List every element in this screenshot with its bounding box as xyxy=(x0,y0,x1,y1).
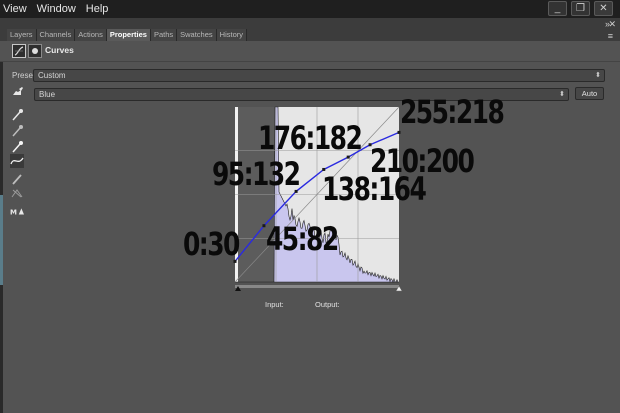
tab-history[interactable]: History xyxy=(216,29,247,41)
input-gradient-bar xyxy=(235,285,399,288)
annotation-0-30: 0:30 xyxy=(183,225,240,263)
preset-select[interactable]: Custom ⬍ xyxy=(33,69,605,82)
annotation-95-132: 95:132 xyxy=(212,155,301,193)
menu-help[interactable]: Help xyxy=(81,0,114,18)
tab-properties[interactable]: Properties xyxy=(106,29,151,41)
tab-swatches[interactable]: Swatches xyxy=(177,29,217,41)
white-eyedropper-icon[interactable] xyxy=(10,140,24,154)
curves-adjustment-icon xyxy=(12,44,26,58)
close-panel-icon[interactable]: ✕ xyxy=(608,19,616,30)
restore-button[interactable]: ❐ xyxy=(571,1,590,16)
clipping-warning-icon[interactable]: M xyxy=(10,204,26,218)
preset-value: Custom xyxy=(38,71,66,80)
panel-menu-icon[interactable]: ≡ xyxy=(608,31,613,41)
black-eyedropper-icon[interactable] xyxy=(10,108,24,122)
curve-edit-tool-icon[interactable] xyxy=(10,154,24,168)
tab-layers[interactable]: Layers xyxy=(7,29,37,41)
menu-view[interactable]: View xyxy=(0,0,32,18)
annotation-45-82: 45:82 xyxy=(266,220,339,258)
pencil-draw-icon[interactable] xyxy=(10,172,24,186)
close-button[interactable]: ✕ xyxy=(594,1,613,16)
target-adjust-tool-icon[interactable] xyxy=(10,86,24,100)
svg-text:M: M xyxy=(10,209,17,217)
channel-value: Blue xyxy=(39,90,56,99)
tabs: Layers Channels Actions Properties Paths… xyxy=(7,29,247,41)
tab-channels[interactable]: Channels xyxy=(36,29,76,41)
properties-header: Curves xyxy=(0,41,620,62)
chevron-updown-icon: ⬍ xyxy=(559,91,565,98)
layer-mask-icon[interactable] xyxy=(28,44,42,58)
input-label: Input: xyxy=(265,300,284,309)
tab-actions[interactable]: Actions xyxy=(75,29,107,41)
auto-button[interactable]: Auto xyxy=(575,87,604,100)
annotation-138-164: 138:164 xyxy=(322,170,427,208)
panel-tab-strip: » ✕ ≡ Layers Channels Actions Properties… xyxy=(0,18,620,41)
curve-point xyxy=(397,130,401,134)
window-controls: _ ❐ ✕ xyxy=(548,1,613,16)
menu-bar: View Window Help _ ❐ ✕ xyxy=(0,0,620,18)
annotation-255-218: 255:218 xyxy=(400,93,505,131)
output-label: Output: xyxy=(315,300,340,309)
smooth-curve-icon[interactable] xyxy=(10,186,24,200)
annotation-176-182: 176:182 xyxy=(258,119,363,157)
minimize-button[interactable]: _ xyxy=(548,1,567,16)
tab-paths[interactable]: Paths xyxy=(150,29,178,41)
gray-eyedropper-icon[interactable] xyxy=(10,124,24,138)
menu-window[interactable]: Window xyxy=(32,0,81,18)
panel-title: Curves xyxy=(45,45,74,55)
curve-point xyxy=(262,224,266,228)
chevron-updown-icon: ⬍ xyxy=(595,72,601,79)
canvas-edge-image xyxy=(0,195,3,285)
